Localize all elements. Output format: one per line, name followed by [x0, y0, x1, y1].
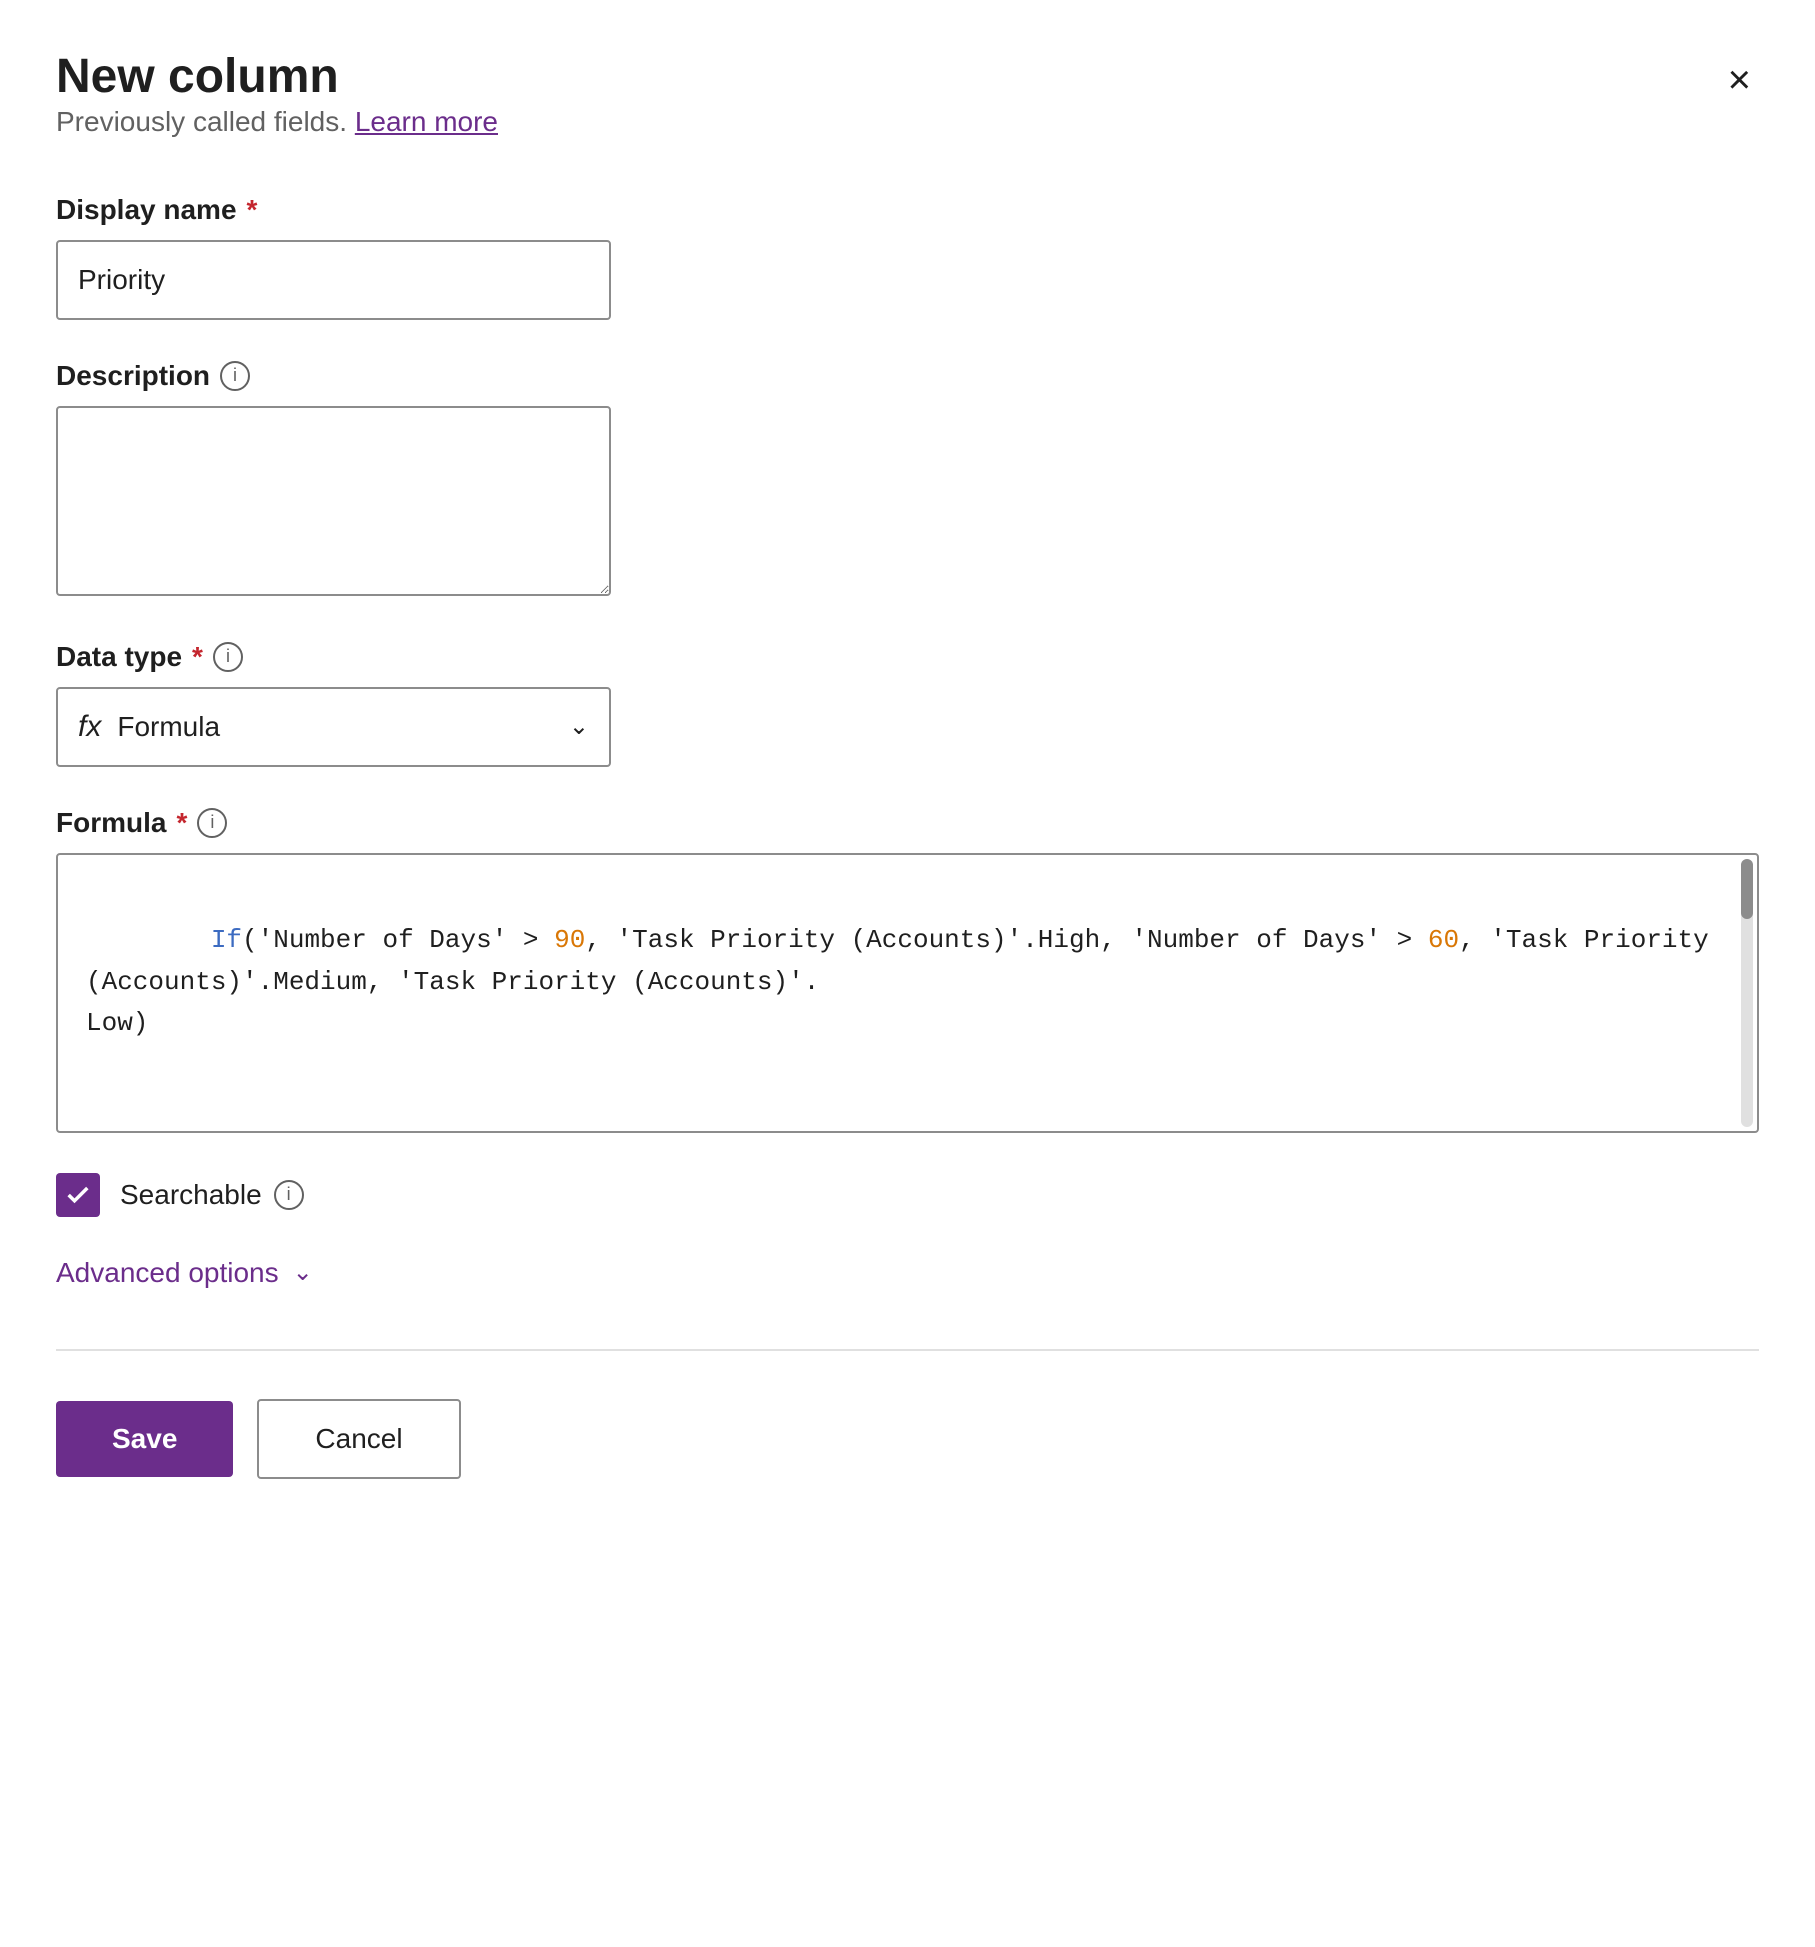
new-column-panel: New column Previously called fields. Lea… [0, 0, 1815, 1947]
data-type-value: Formula [117, 711, 220, 743]
display-name-section: Display name * [56, 194, 1759, 320]
display-name-required: * [247, 194, 258, 226]
data-type-label: Data type * i [56, 641, 1759, 673]
subtitle-text: Previously called fields. [56, 106, 347, 137]
panel-subtitle: Previously called fields. Learn more [56, 106, 498, 138]
formula-number-60: 60 [1428, 925, 1459, 955]
formula-keyword-if: If [211, 925, 242, 955]
cancel-button[interactable]: Cancel [257, 1399, 460, 1479]
formula-required: * [176, 807, 187, 839]
searchable-checkbox[interactable] [56, 1173, 100, 1217]
panel-header: New column Previously called fields. Lea… [56, 48, 1759, 186]
footer-divider [56, 1349, 1759, 1351]
formula-number-90: 90 [554, 925, 585, 955]
advanced-options-label: Advanced options [56, 1257, 279, 1289]
advanced-options-chevron-icon: ⌄ [293, 1258, 313, 1287]
searchable-info-icon[interactable]: i [274, 1180, 304, 1210]
checkmark-icon [64, 1181, 92, 1209]
data-type-info-icon[interactable]: i [213, 642, 243, 672]
data-type-select-left: fx Formula [78, 710, 220, 744]
formula-box[interactable]: If('Number of Days' > 90, 'Task Priority… [56, 853, 1759, 1133]
data-type-select-wrapper: fx Formula ⌄ [56, 687, 611, 767]
formula-label: Formula * i [56, 807, 1759, 839]
panel-title-block: New column Previously called fields. Lea… [56, 48, 498, 186]
display-name-label: Display name * [56, 194, 1759, 226]
close-button[interactable]: × [1720, 52, 1759, 108]
description-info-icon[interactable]: i [220, 361, 250, 391]
formula-text: If('Number of Days' > 90, 'Task Priority… [86, 879, 1729, 1087]
learn-more-link[interactable]: Learn more [355, 106, 498, 137]
description-input[interactable] [56, 406, 611, 596]
panel-title: New column [56, 48, 498, 106]
display-name-input[interactable] [56, 240, 611, 320]
formula-section: Formula * i If('Number of Days' > 90, 'T… [56, 807, 1759, 1133]
searchable-row: Searchable i [56, 1173, 1759, 1217]
chevron-down-icon: ⌄ [569, 712, 589, 741]
formula-info-icon[interactable]: i [197, 808, 227, 838]
searchable-label: Searchable i [120, 1179, 304, 1211]
save-button[interactable]: Save [56, 1401, 233, 1477]
footer-buttons: Save Cancel [56, 1399, 1759, 1479]
advanced-options-row[interactable]: Advanced options ⌄ [56, 1257, 1759, 1289]
data-type-section: Data type * i fx Formula ⌄ [56, 641, 1759, 767]
formula-icon: fx [78, 710, 101, 744]
formula-scrollbar[interactable] [1741, 859, 1753, 1127]
description-label: Description i [56, 360, 1759, 392]
description-section: Description i [56, 360, 1759, 601]
data-type-select[interactable]: fx Formula ⌄ [56, 687, 611, 767]
data-type-required: * [192, 641, 203, 673]
formula-scrollbar-thumb [1741, 859, 1753, 919]
